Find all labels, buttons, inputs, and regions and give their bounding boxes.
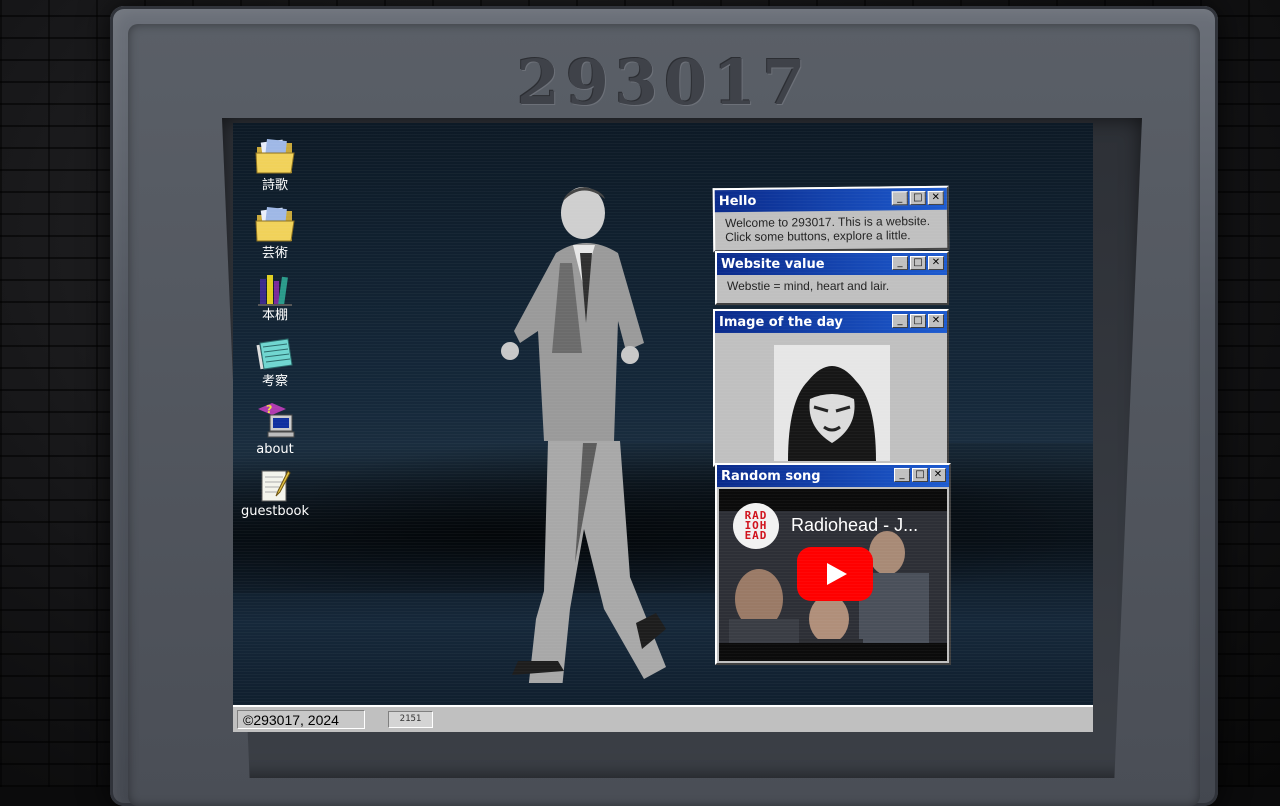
desktop-icon-bookshelf[interactable]: 本棚 — [235, 273, 315, 323]
walking-man-image — [501, 187, 666, 683]
close-button[interactable]: ✕ — [930, 468, 946, 482]
desktop-icon-guestbook[interactable]: guestbook — [235, 467, 315, 519]
desktop-icon-essays[interactable]: 考察 — [235, 335, 315, 389]
hello-body: Welcome to 293017. This is a website. Cl… — [715, 210, 947, 248]
video-title[interactable]: Radiohead - J... — [791, 515, 918, 536]
hello-line-2: Click some buttons, explore a little. — [725, 228, 911, 245]
maximize-button[interactable]: □ — [912, 468, 928, 482]
desktop-icon-art[interactable]: 芸術 — [235, 205, 315, 261]
desktop-icon-label: 本棚 — [261, 308, 288, 323]
folder-icon — [255, 207, 295, 242]
close-button[interactable]: ✕ — [928, 256, 944, 270]
maximize-button[interactable]: □ — [910, 256, 926, 270]
image-of-the-day-titlebar[interactable]: Image of the day _ □ ✕ — [715, 311, 947, 333]
minimize-button[interactable]: _ — [892, 256, 908, 270]
window-title: Hello — [718, 193, 757, 209]
play-button[interactable] — [797, 547, 873, 601]
minimize-button[interactable]: _ — [892, 314, 908, 328]
desktop-icon-label: 考察 — [261, 374, 288, 389]
help-computer-icon: ? — [258, 403, 295, 438]
window-title: Website value — [721, 256, 825, 272]
minimize-button[interactable]: _ — [891, 191, 908, 206]
website-value-window[interactable]: Website value _ □ ✕ Webstie = mind, hear… — [715, 251, 949, 305]
close-button[interactable]: ✕ — [928, 314, 944, 328]
notepad-icon — [256, 338, 293, 370]
random-song-titlebar[interactable]: Random song _ □ ✕ — [717, 465, 949, 487]
desktop-icon-label: guestbook — [240, 504, 310, 519]
minimize-button[interactable]: _ — [894, 468, 910, 482]
hello-window[interactable]: Hello _ □ ✕ Welcome to 293017. This is a… — [712, 185, 950, 253]
website-value-titlebar[interactable]: Website value _ □ ✕ — [717, 253, 947, 275]
image-of-the-day-window[interactable]: Image of the day _ □ ✕ — [713, 309, 949, 467]
maximize-button[interactable]: □ — [910, 314, 926, 328]
youtube-embed[interactable]: RAD IOH EAD Radiohead - J... — [719, 489, 947, 661]
channel-logo[interactable]: RAD IOH EAD — [733, 503, 779, 549]
random-song-window[interactable]: Random song _ □ ✕ RAD IOH EAD Radiohead … — [715, 463, 951, 665]
window-title: Image of the day — [719, 314, 843, 330]
folder-icon — [255, 139, 295, 174]
desktop-icon-label: 詩歌 — [261, 178, 288, 193]
desktop-icon-about[interactable]: ? about — [235, 401, 315, 457]
desktop-icon-poetry[interactable]: 詩歌 — [235, 137, 315, 193]
svg-text:?: ? — [266, 403, 272, 416]
taskbar: ©293017, 2024 2151 — [233, 705, 1093, 732]
desktop-icon-label: about — [256, 442, 294, 457]
website-value-body: Webstie = mind, heart and lair. — [717, 275, 947, 297]
desktop-screen: 詩歌 芸術 本棚 考察 ? about guestbook Hello _ □ … — [233, 123, 1093, 732]
hello-titlebar[interactable]: Hello _ □ ✕ — [714, 187, 947, 213]
close-button[interactable]: ✕ — [927, 190, 944, 205]
monitor-brand: 293017 — [516, 46, 812, 119]
maximize-button[interactable]: □ — [909, 191, 926, 206]
visitor-counter: 2151 — [388, 711, 433, 728]
copyright-text: ©293017, 2024 — [237, 710, 365, 729]
channel-logo-text: RAD IOH EAD — [744, 509, 768, 542]
window-title: Random song — [721, 468, 821, 484]
desktop-icon-label: 芸術 — [261, 246, 288, 261]
image-of-the-day — [774, 345, 890, 461]
website-value-text: Webstie = mind, heart and lair. — [727, 279, 890, 293]
write-icon — [261, 470, 291, 502]
books-icon — [258, 275, 292, 306]
